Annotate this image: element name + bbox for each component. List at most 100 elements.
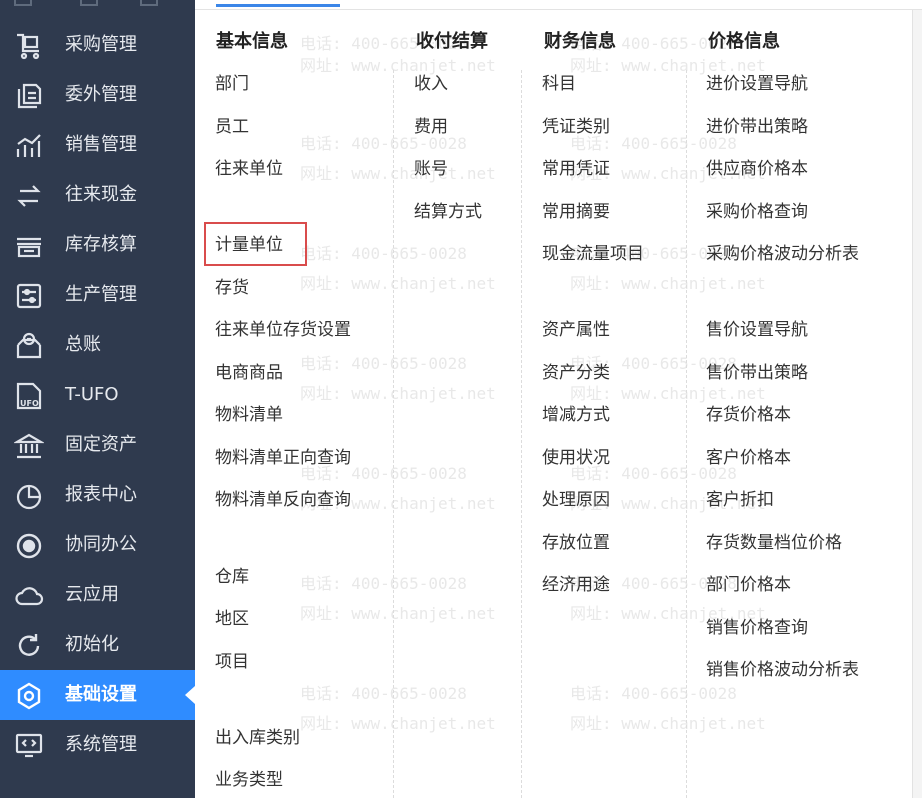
menu-item-subject[interactable]: 科目	[542, 72, 576, 96]
highlight-box	[204, 222, 307, 266]
menu-item-purchase-price-query[interactable]: 采购价格查询	[706, 200, 808, 224]
menu-item-economic-use[interactable]: 经济用途	[542, 573, 610, 597]
menu-item-sale-price-strategy[interactable]: 售价带出策略	[706, 361, 808, 385]
menu-item-usage-status[interactable]: 使用状况	[542, 446, 610, 470]
sidebar-item-label: 库存核算	[65, 234, 137, 255]
doc-icon[interactable]	[80, 0, 98, 6]
menu-item-voucher-type[interactable]: 凭证类别	[542, 115, 610, 139]
column-title-settlement: 收付结算	[416, 31, 488, 52]
production-icon	[14, 281, 44, 311]
cloud-icon	[14, 581, 44, 611]
menu-item-common-summary[interactable]: 常用摘要	[542, 200, 610, 224]
menu-item-partner-stock-settings[interactable]: 往来单位存货设置	[215, 318, 351, 342]
column-divider	[686, 70, 687, 798]
sidebar-item-label: T-UFO	[65, 384, 119, 405]
collab-icon	[14, 531, 44, 561]
active-pointer	[185, 686, 195, 704]
column-divider	[393, 70, 394, 798]
column-title-basic-info: 基本信息	[216, 31, 288, 52]
menu-item-supplier-price-book[interactable]: 供应商价格本	[706, 157, 808, 181]
sidebar-item-label: 往来现金	[65, 184, 137, 205]
menu-item-business-type[interactable]: 业务类型	[215, 768, 283, 792]
menu-item-bom[interactable]: 物料清单	[215, 403, 283, 427]
menu-item-bom-reverse-query[interactable]: 物料清单反向查询	[215, 488, 351, 512]
sidebar-item-fixed-assets[interactable]: 固定资产	[0, 420, 195, 470]
exchange-icon	[14, 181, 44, 211]
column-divider	[521, 70, 522, 798]
menu-item-io-category[interactable]: 出入库类别	[215, 726, 300, 750]
sidebar: 采购管理 委外管理 销售管理 往来现金 库存核算 生产管理 总账 UFO T-U…	[0, 0, 195, 798]
menu-item-sale-price-fluctuation[interactable]: 销售价格波动分析表	[706, 658, 859, 682]
menu-item-department[interactable]: 部门	[215, 72, 249, 96]
menu-item-customer-discount[interactable]: 客户折扣	[706, 488, 774, 512]
menu-item-project[interactable]: 项目	[215, 650, 249, 674]
bank-icon	[12, 431, 46, 461]
sidebar-item-production[interactable]: 生产管理	[0, 270, 195, 320]
menu-item-disposal-reason[interactable]: 处理原因	[542, 488, 610, 512]
sidebar-item-label: 委外管理	[65, 84, 137, 105]
sidebar-item-init[interactable]: 初始化	[0, 620, 195, 670]
menu-item-asset-category[interactable]: 资产分类	[542, 361, 610, 385]
column-title-price-info: 价格信息	[708, 31, 780, 52]
menu-item-income[interactable]: 收入	[414, 72, 448, 96]
sidebar-item-label: 云应用	[65, 584, 119, 605]
window-icon[interactable]	[140, 0, 158, 6]
menu-item-cash-flow-item[interactable]: 现金流量项目	[542, 242, 644, 266]
sidebar-item-tufo[interactable]: UFO T-UFO	[0, 370, 195, 420]
sidebar-item-label: 生产管理	[65, 284, 137, 305]
sidebar-item-purchase[interactable]: 采购管理	[0, 20, 195, 70]
sidebar-item-label: 固定资产	[65, 434, 137, 455]
menu-item-quantity-tier-price[interactable]: 存货数量档位价格	[706, 531, 842, 555]
refresh-icon	[14, 631, 44, 661]
menu-item-account[interactable]: 账号	[414, 157, 448, 181]
sidebar-item-label: 报表中心	[65, 484, 137, 505]
menu-item-stock[interactable]: 存货	[215, 276, 249, 300]
menu-item-stock-price-book[interactable]: 存货价格本	[706, 403, 791, 427]
sidebar-item-label: 销售管理	[65, 134, 137, 155]
code-monitor-icon	[14, 731, 44, 761]
menu-item-region[interactable]: 地区	[215, 607, 249, 631]
inventory-icon	[14, 231, 44, 261]
menu-item-expense[interactable]: 费用	[414, 115, 448, 139]
menu-item-bom-forward-query[interactable]: 物料清单正向查询	[215, 446, 351, 470]
menu-item-purchase-price-strategy[interactable]: 进价带出策略	[706, 115, 808, 139]
menu-item-ecommerce-goods[interactable]: 电商商品	[215, 361, 283, 385]
menu-item-employee[interactable]: 员工	[215, 115, 249, 139]
sidebar-item-label: 总账	[65, 334, 101, 355]
menu-item-department-price-book[interactable]: 部门价格本	[706, 573, 791, 597]
menu-icon[interactable]	[14, 0, 32, 6]
sidebar-item-inventory[interactable]: 库存核算	[0, 220, 195, 270]
sidebar-item-label: 采购管理	[65, 34, 137, 55]
cart-icon	[14, 31, 44, 61]
menu-item-sale-price-guide[interactable]: 售价设置导航	[706, 318, 808, 342]
sidebar-item-ledger[interactable]: 总账	[0, 320, 195, 370]
sidebar-item-outsource[interactable]: 委外管理	[0, 70, 195, 120]
menu-item-sale-price-query[interactable]: 销售价格查询	[706, 616, 808, 640]
sidebar-item-basic-settings[interactable]: 基础设置	[0, 670, 195, 720]
sidebar-top-icons	[0, 0, 195, 12]
settings-icon	[14, 681, 44, 711]
menu-item-settlement-method[interactable]: 结算方式	[414, 200, 482, 224]
menu-item-purchase-price-fluctuation[interactable]: 采购价格波动分析表	[706, 242, 859, 266]
menu-item-partner[interactable]: 往来单位	[215, 157, 283, 181]
menu-item-storage-location[interactable]: 存放位置	[542, 531, 610, 555]
menu-item-customer-price-book[interactable]: 客户价格本	[706, 446, 791, 470]
sidebar-item-cash[interactable]: 往来现金	[0, 170, 195, 220]
pie-chart-icon	[14, 481, 44, 511]
sidebar-item-system[interactable]: 系统管理	[0, 720, 195, 770]
menu-item-asset-attribute[interactable]: 资产属性	[542, 318, 610, 342]
menu-item-change-method[interactable]: 增减方式	[542, 403, 610, 427]
menu-item-common-voucher[interactable]: 常用凭证	[542, 157, 610, 181]
svg-text:UFO: UFO	[20, 399, 39, 408]
ledger-icon	[14, 331, 44, 361]
outsource-icon	[14, 81, 44, 111]
menu-item-warehouse[interactable]: 仓库	[215, 565, 249, 589]
sidebar-item-cloud[interactable]: 云应用	[0, 570, 195, 620]
sidebar-item-collab[interactable]: 协同办公	[0, 520, 195, 570]
sidebar-item-reports[interactable]: 报表中心	[0, 470, 195, 520]
sidebar-item-sales[interactable]: 销售管理	[0, 120, 195, 170]
menu-item-purchase-price-guide[interactable]: 进价设置导航	[706, 72, 808, 96]
column-title-finance-info: 财务信息	[544, 31, 616, 52]
sidebar-item-label: 基础设置	[65, 684, 137, 705]
scrollbar-track[interactable]	[912, 10, 922, 798]
